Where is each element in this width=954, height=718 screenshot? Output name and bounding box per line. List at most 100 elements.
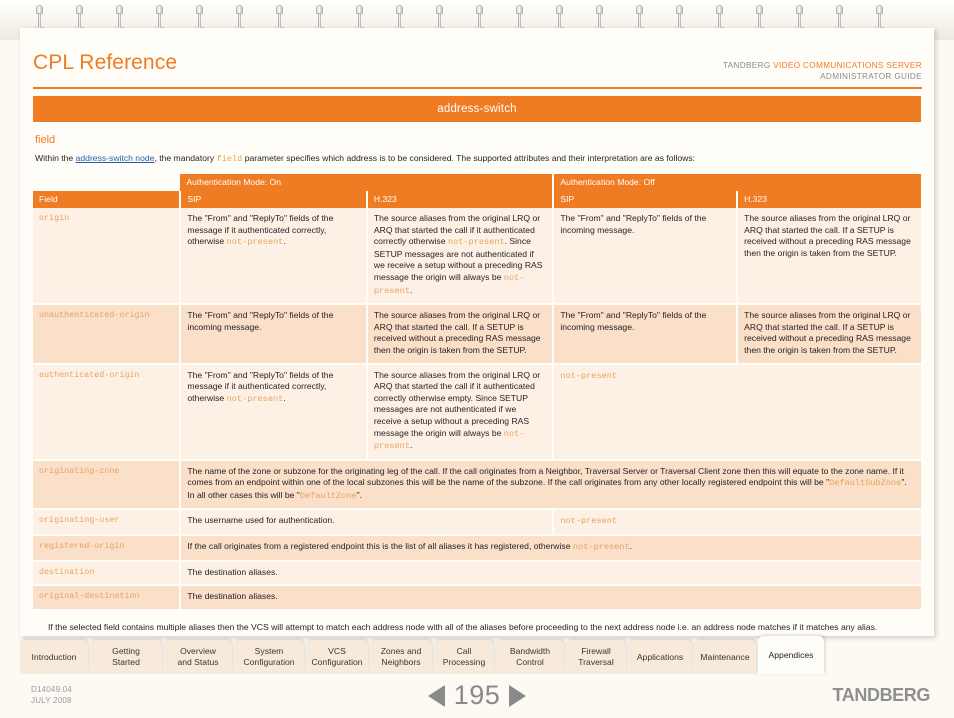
cell-code: not-present <box>560 516 618 527</box>
table-row: unauthenticated-origin The "From" and "R… <box>33 304 921 365</box>
cell-text-tail: . <box>629 541 633 552</box>
page-footer: D14049.04 JULY 2008 195 TANDBERG <box>0 674 954 718</box>
tab-overview-and-status[interactable]: Overview and Status <box>164 640 232 674</box>
tab-zones-and-neighbors[interactable]: Zones and Neighbors <box>370 640 432 674</box>
cell-text: If the call originates from a registered… <box>187 541 573 552</box>
tab-label: System Configuration <box>243 646 295 667</box>
cell-off-sip: The "From" and "ReplyTo" fields of the i… <box>553 304 739 365</box>
cell-code: not-present <box>226 237 284 248</box>
address-switch-node-link[interactable]: address-switch node <box>76 153 155 163</box>
cell-on-h323: The source aliases from the original LRQ… <box>366 208 555 306</box>
table-mode-header-row: Authentication Mode: On Authentication M… <box>33 174 921 191</box>
guide-type: ADMINISTRATOR GUIDE <box>820 72 922 81</box>
cell-on-h323: The source aliases from the original LRQ… <box>366 304 555 365</box>
closing-note: If the selected field contains multiple … <box>48 621 878 632</box>
body-content: field Within the address-switch node, th… <box>33 122 921 633</box>
table-row: originating-zone The name of the zone or… <box>33 459 921 511</box>
product-name: VIDEO COMMUNICATIONS SERVER <box>773 61 922 70</box>
tab-system-configuration[interactable]: System Configuration <box>234 640 304 674</box>
row-field-name: original-destination <box>33 585 182 611</box>
cell-text: The source aliases from the original LRQ… <box>373 369 541 438</box>
table-row: originating-user The username used for a… <box>33 509 921 537</box>
cell-on-sip: The "From" and "ReplyTo" fields of the m… <box>180 208 368 306</box>
row-field-name: authenticated-origin <box>33 363 182 461</box>
cell-merged: The name of the zone or subzone for the … <box>180 459 921 511</box>
tab-label: Firewall Traversal <box>578 646 614 667</box>
page-title: CPL Reference <box>33 51 178 74</box>
cell-left: The username used for authentication. <box>180 509 555 537</box>
row-field-name: origin <box>33 208 182 306</box>
intro-code-field: field <box>216 154 243 164</box>
field-attributes-table: Authentication Mode: On Authentication M… <box>33 174 921 611</box>
row-field-name: registered-origin <box>33 535 182 562</box>
document-page: CPL Reference TANDBERG VIDEO COMMUNICATI… <box>0 0 954 718</box>
cell-text-tail: . <box>283 236 286 247</box>
column-header-off-sip: SIP <box>553 191 739 208</box>
cell-on-h323: The source aliases from the original LRQ… <box>366 363 555 461</box>
tab-label: Overview and Status <box>177 646 219 667</box>
cell-merged: The destination aliases. <box>180 585 921 611</box>
tab-bandwidth-control[interactable]: Bandwidth Control <box>496 640 564 674</box>
brand-logo: TANDBERG <box>832 685 931 705</box>
cell-off-h323: The source aliases from the original LRQ… <box>737 304 921 365</box>
cell-text-tail: . <box>283 392 286 403</box>
tab-label: Zones and Neighbors <box>380 646 422 667</box>
page-number: 195 <box>453 680 501 710</box>
tab-applications[interactable]: Applications <box>628 640 692 674</box>
table-row: destination The destination aliases. <box>33 560 921 587</box>
tab-label: VCS Configuration <box>311 646 363 667</box>
tab-vcs-configuration[interactable]: VCS Configuration <box>306 640 368 674</box>
cell-text: The name of the zone or subzone for the … <box>187 465 904 488</box>
tab-maintenance[interactable]: Maintenance <box>694 640 756 674</box>
section-title: address-switch <box>437 103 517 115</box>
header-divider <box>33 87 922 89</box>
next-page-icon[interactable] <box>509 684 527 707</box>
cell-on-sip: The "From" and "ReplyTo" fields of the i… <box>180 304 368 365</box>
intro-pre-text: Within the <box>35 153 76 163</box>
column-header-field: Field <box>33 191 182 208</box>
mode-header-spacer <box>33 174 180 191</box>
cell-code: not-present <box>572 542 630 553</box>
table-column-header-row: Field SIP H.323 SIP H.323 <box>33 191 921 208</box>
intro-paragraph: Within the address-switch node, the mand… <box>33 152 921 174</box>
cell-code: not-present <box>447 237 505 248</box>
table-row: origin The "From" and "ReplyTo" fields o… <box>33 208 921 306</box>
cell-text-tail: . <box>409 440 413 451</box>
vendor-name: TANDBERG <box>722 61 771 70</box>
document-header: CPL Reference TANDBERG VIDEO COMMUNICATI… <box>20 28 934 89</box>
tab-label: Introduction <box>31 651 77 662</box>
tab-label: Bandwidth Control <box>509 646 551 667</box>
table-row: authenticated-origin The "From" and "Rep… <box>33 363 921 461</box>
field-heading: field <box>35 134 56 146</box>
section-title-bar: address-switch <box>33 96 921 122</box>
table-row: original-destination The destination ali… <box>33 585 921 611</box>
previous-page-icon[interactable] <box>427 684 445 707</box>
cell-on-sip: The "From" and "ReplyTo" fields of the m… <box>180 363 368 461</box>
chapter-tab-bar: Introduction Getting Started Overview and … <box>20 636 934 674</box>
cell-code: not-present <box>560 370 618 381</box>
cell-right: not-present <box>553 509 921 537</box>
table-row: registered-origin If the call originates… <box>33 535 921 562</box>
cell-merged: If the call originates from a registered… <box>180 535 921 562</box>
tab-label: Applications <box>636 651 684 662</box>
mode-header-on: Authentication Mode: On <box>180 174 555 191</box>
page-sheet: CPL Reference TANDBERG VIDEO COMMUNICATI… <box>20 28 934 636</box>
cell-code-2: DefaultZone <box>299 490 357 501</box>
tab-firewall-traversal[interactable]: Firewall Traversal <box>566 640 626 674</box>
cell-code: not-present <box>226 393 284 404</box>
tab-label: Call Processing <box>442 646 486 667</box>
tab-getting-started[interactable]: Getting Started <box>90 640 162 674</box>
cell-merged: The destination aliases. <box>180 560 921 587</box>
intro-mid-text: , the mandatory <box>154 153 217 163</box>
tab-call-processing[interactable]: Call Processing <box>434 640 494 674</box>
cell-text-tail: ". <box>356 489 363 500</box>
column-header-on-sip: SIP <box>180 191 368 208</box>
tab-introduction[interactable]: Introduction <box>20 640 88 674</box>
cell-code: DefaultSubZone <box>829 478 902 489</box>
cell-text-tail: . <box>409 284 413 295</box>
row-field-name: originating-user <box>33 509 182 537</box>
column-header-off-h323: H.323 <box>737 191 921 208</box>
tab-appendices[interactable]: Appendices <box>758 636 824 674</box>
cell-off-sip: The "From" and "ReplyTo" fields of the i… <box>553 208 739 306</box>
cell-off-merged: not-present <box>553 363 921 461</box>
